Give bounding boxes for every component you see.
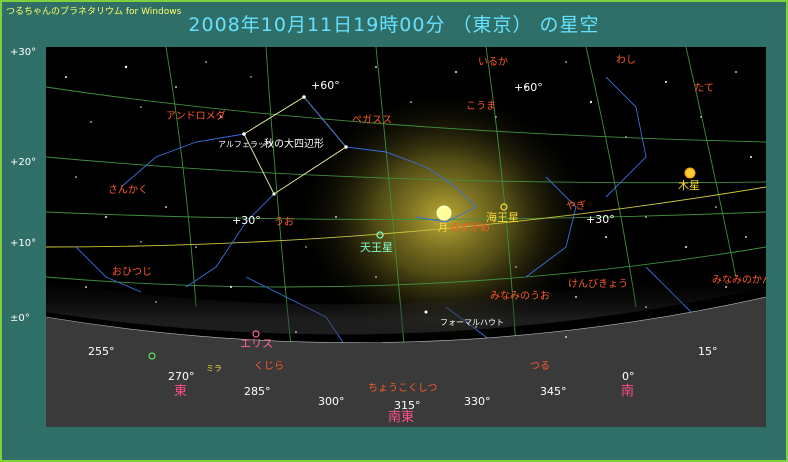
dec-label: +60° (311, 79, 340, 92)
direction-label-south: 南 (621, 383, 634, 399)
constellation-label: ペガスス (352, 114, 392, 126)
page-title: 2008年10月11日19時00分 （東京） の星空 (188, 14, 600, 36)
constellation-label: さんかく (108, 184, 148, 196)
dec-label: +30° (586, 213, 615, 226)
azimuth-label: 15° (698, 345, 718, 358)
star-label: フォーマルハウト (440, 318, 504, 327)
planet-label-jupiter: 木星 (678, 179, 700, 192)
direction-label-southeast: 南東 (388, 409, 414, 425)
constellation-label: みなみのうお (490, 290, 550, 302)
constellation-label: アンドロメダ (166, 109, 226, 122)
dec-label: +30° (232, 214, 261, 227)
constellation-label: いるか (478, 56, 508, 68)
sky-map[interactable]: +60° +60° +30° +30° いるか わし こうま たて アンドロメダ… (46, 47, 766, 427)
constellation-label: やぎ (566, 199, 586, 212)
constellation-label: つる (530, 360, 550, 372)
star-label: アルフェラッツ (218, 140, 274, 149)
constellation-label: くじら (254, 360, 284, 372)
azimuth-label: 270° (168, 370, 195, 383)
constellation-label: けんびきょう (568, 278, 628, 290)
constellation-label: みずがめ (450, 221, 490, 234)
constellation-label: こうま (466, 100, 496, 112)
altitude-label: ±0° (10, 313, 30, 324)
azimuth-label: 330° (464, 395, 491, 408)
jupiter-icon[interactable] (684, 167, 696, 179)
planet-label-uranus: 天王星 (360, 241, 393, 254)
constellation-label: ちょうこくしつ (368, 382, 437, 394)
altitude-label: +20° (10, 157, 37, 168)
azimuth-label: 285° (244, 385, 271, 398)
planet-label-neptune: 海王星 (486, 210, 519, 224)
direction-label-east: 東 (174, 383, 187, 399)
moon-icon[interactable] (436, 205, 452, 221)
star-label: ミラ (206, 364, 222, 373)
altitude-label: +10° (10, 238, 37, 249)
dec-label: +60° (514, 81, 543, 94)
constellation-label: みなみのかんむり (712, 274, 766, 286)
planet-label-eris: エリス (240, 337, 273, 350)
azimuth-label: 0° (622, 370, 635, 383)
azimuth-label: 300° (318, 395, 345, 408)
azimuth-label: 345° (540, 385, 567, 398)
planet-label-moon: 月 (438, 222, 448, 234)
altitude-label: +30° (10, 47, 37, 58)
constellation-label: たて (694, 82, 714, 94)
constellation-label: おひつじ (112, 266, 152, 278)
constellation-label: わし (616, 54, 636, 66)
azimuth-label: 255° (88, 345, 115, 358)
constellation-label: うお (274, 216, 294, 228)
